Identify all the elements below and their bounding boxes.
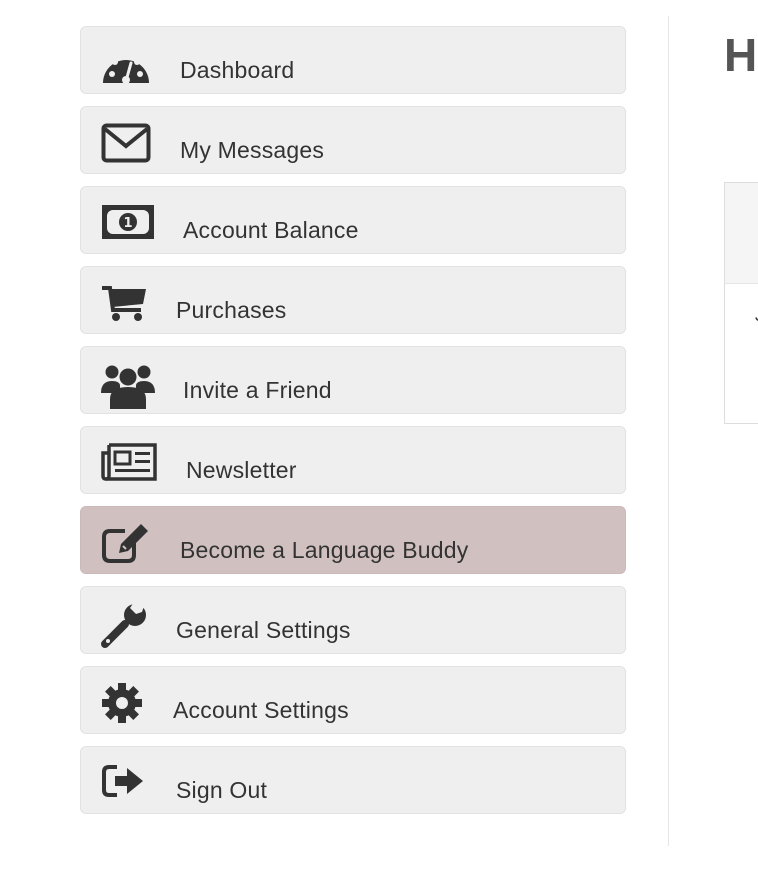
menu-item-account-settings[interactable]: Account Settings [80,666,626,734]
menu-item-dashboard[interactable]: Dashboard [80,26,626,94]
menu-item-label: Purchases [176,297,287,323]
content-divider [668,16,669,846]
gear-icon [101,683,157,727]
menu-item-label: Invite a Friend [183,377,332,403]
menu-item-label: Account Settings [173,697,349,723]
page: Dashboard My Messages 1 Account Balance … [0,0,758,886]
menu-item-label: General Settings [176,617,351,643]
content-panel: J [724,182,758,424]
menu-item-account-balance[interactable]: 1 Account Balance [80,186,626,254]
svg-text:1: 1 [123,216,132,231]
menu-item-become-a-language-buddy[interactable]: Become a Language Buddy [80,506,626,574]
money-icon: 1 [101,203,157,247]
menu-item-label: Become a Language Buddy [180,537,469,563]
newspaper-icon [101,443,157,487]
menu-item-label: My Messages [180,137,325,163]
panel-header [725,183,758,284]
menu-item-invite-a-friend[interactable]: Invite a Friend [80,346,626,414]
menu-item-general-settings[interactable]: General Settings [80,586,626,654]
menu-item-my-messages[interactable]: My Messages [80,106,626,174]
menu-item-purchases[interactable]: Purchases [80,266,626,334]
menu-item-label: Account Balance [183,217,359,243]
menu-item-label: Sign Out [176,777,268,803]
sign-out-icon [101,763,157,807]
wrench-icon [101,603,157,648]
dashboard-icon [101,43,157,87]
menu-item-label: Dashboard [180,57,295,83]
menu-item-sign-out[interactable]: Sign Out [80,746,626,814]
users-icon [101,363,157,409]
page-title: H [724,29,758,81]
cart-icon [101,283,157,327]
envelope-icon [101,123,157,167]
edit-icon [101,523,157,567]
menu-item-label: Newsletter [186,457,297,483]
menu-item-newsletter[interactable]: Newsletter [80,426,626,494]
